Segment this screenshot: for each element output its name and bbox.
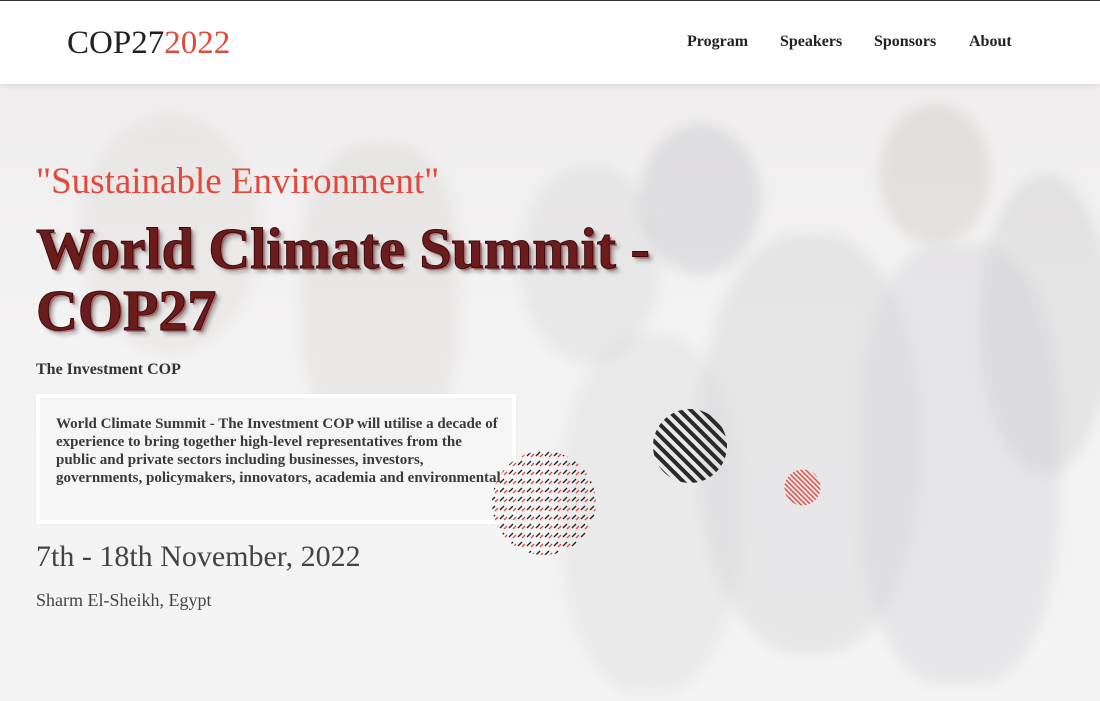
event-dates: 7th - 18th November, 2022 bbox=[36, 540, 361, 573]
nav-link-sponsors[interactable]: Sponsors bbox=[874, 33, 936, 51]
description-text: World Climate Summit - The Investment CO… bbox=[56, 416, 501, 486]
main-nav: Program Speakers Sponsors About bbox=[0, 33, 1100, 53]
hero-subtitle: The Investment COP bbox=[36, 361, 181, 378]
navbar: COP272022 Program Speakers Sponsors Abou… bbox=[0, 1, 1100, 84]
dotted-circle-decoration bbox=[492, 451, 596, 555]
hero-section: "Sustainable Environment" World Climate … bbox=[0, 84, 1100, 701]
nav-link-speakers[interactable]: Speakers bbox=[780, 33, 842, 51]
nav-link-program[interactable]: Program bbox=[687, 33, 748, 51]
hero-headline: World Climate Summit - COP27 bbox=[36, 216, 651, 343]
event-location: Sharm El-Sheikh, Egypt bbox=[36, 590, 212, 610]
description-box: World Climate Summit - The Investment CO… bbox=[36, 394, 516, 524]
top-border bbox=[0, 0, 1100, 1]
striped-circle-red-decoration bbox=[784, 469, 821, 506]
hero-tagline: "Sustainable Environment" bbox=[36, 161, 440, 202]
striped-circle-dark-decoration bbox=[653, 409, 727, 483]
nav-link-about[interactable]: About bbox=[969, 33, 1012, 51]
